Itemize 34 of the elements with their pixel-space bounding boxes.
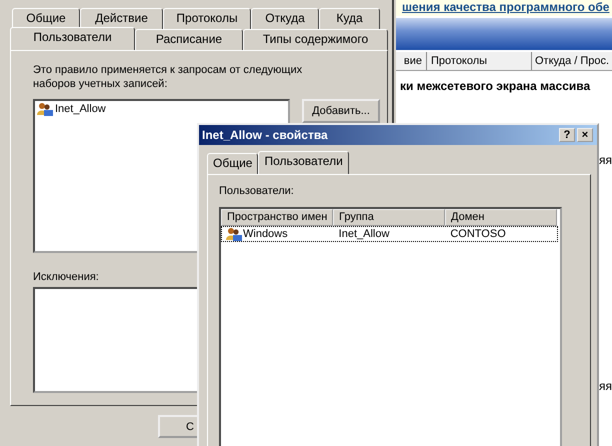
tab[interactable]: Пользователи (258, 151, 349, 174)
column-header[interactable]: Протоколы (427, 52, 532, 70)
row-text: яя (599, 153, 612, 167)
tab[interactable]: Действие (80, 8, 163, 29)
tab[interactable]: Куда (319, 8, 380, 29)
row-text: яя (599, 379, 612, 393)
tab[interactable]: Пользователи (10, 27, 135, 50)
column-header[interactable]: Откуда / Прос. (532, 52, 612, 70)
exceptions-label: Исключения: (33, 271, 100, 283)
users-label: Пользователи: (219, 185, 295, 197)
tab[interactable]: Протоколы (163, 8, 251, 29)
column-header[interactable]: вие (396, 52, 427, 70)
close-button[interactable]: × (577, 128, 593, 142)
users-icon (226, 227, 242, 241)
table-cell: Windows (243, 228, 288, 240)
description-text: Это правило применяется к запросам от следующих наборов учетных записей: (33, 63, 304, 91)
users-icon (37, 102, 53, 116)
tab[interactable]: Общие (12, 8, 80, 29)
column-header[interactable]: Группа (333, 209, 445, 226)
list-item[interactable]: Inet_Allow (35, 101, 288, 117)
tab[interactable]: Типы содержимого (243, 29, 388, 50)
table-cell-text: CONTOSO (449, 228, 507, 240)
add-button[interactable]: Добавить... (302, 99, 380, 123)
column-header[interactable]: Домен (445, 209, 557, 226)
banner-link[interactable]: шения качества программного обе (402, 0, 610, 14)
section-heading: ки межсетевого экрана массива (400, 79, 592, 93)
tab[interactable]: Откуда (251, 8, 319, 29)
help-button[interactable]: ? (559, 128, 575, 142)
column-header[interactable]: Пространство имен (221, 209, 333, 226)
window-title: Inet_Allow - свойства (202, 128, 328, 142)
table-row[interactable]: Windows Inet_Allow CONTOSO (221, 226, 558, 242)
tab[interactable]: Расписание (135, 29, 243, 50)
tab[interactable]: Общие (207, 153, 258, 174)
table-cell-text: Inet_Allow (338, 228, 390, 240)
